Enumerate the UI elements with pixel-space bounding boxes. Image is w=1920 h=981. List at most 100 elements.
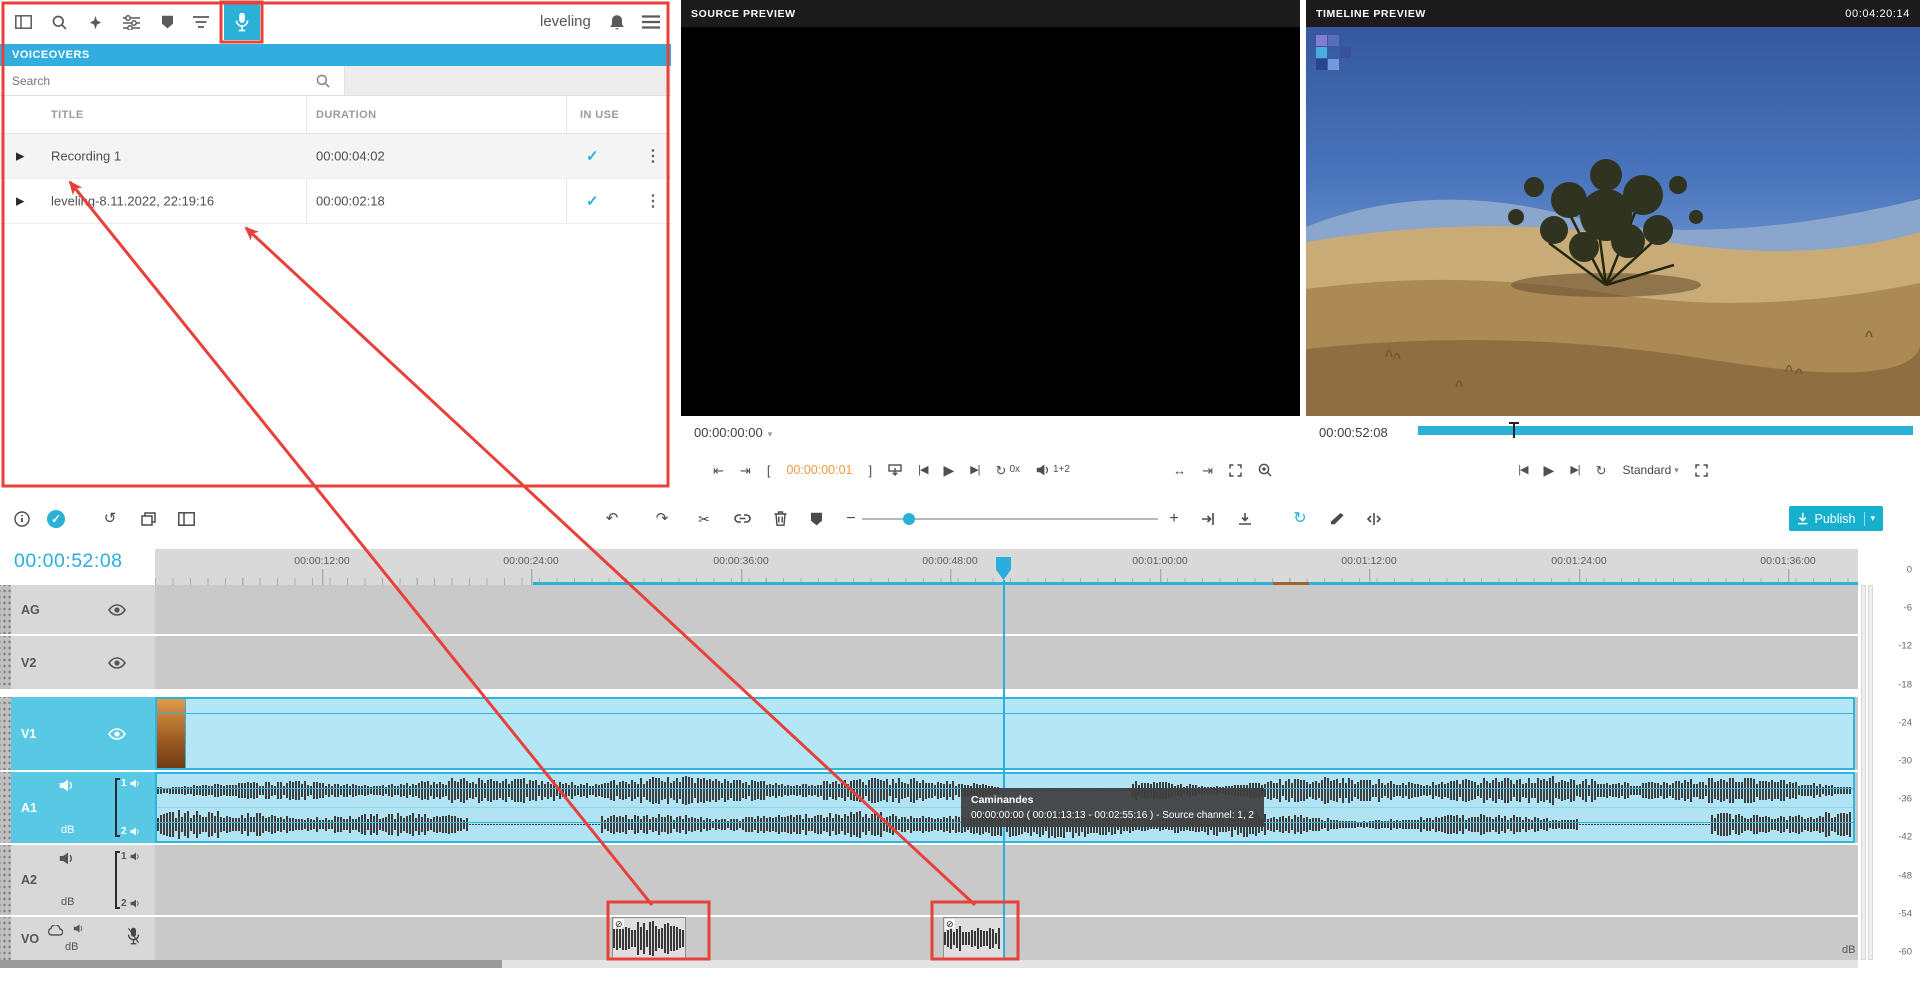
scrollbar-thumb[interactable] [0, 960, 502, 968]
track-drag-handle[interactable] [0, 636, 11, 689]
redo-icon[interactable]: ↷ [649, 502, 675, 535]
marker-icon[interactable] [803, 502, 829, 535]
search-icon[interactable] [44, 8, 74, 36]
zoom-slider[interactable] [862, 518, 1158, 520]
channel-2[interactable]: 2 [121, 826, 155, 837]
column-title[interactable]: TITLE [51, 109, 84, 121]
goto-playhead-icon[interactable]: ⇥ [1202, 464, 1213, 477]
add-sequence-icon[interactable] [135, 502, 161, 535]
track-lane-vo[interactable]: ⊘ ⊘ [155, 917, 1858, 960]
horizontal-scrollbar[interactable] [0, 960, 1858, 968]
play-icon[interactable]: ▶ [16, 150, 24, 163]
track-gain-db-button[interactable]: dB [61, 896, 74, 908]
timeline-current-timecode[interactable]: 00:00:52:08 [14, 550, 123, 573]
in-point-timecode[interactable]: 00:00:00:01 [786, 464, 852, 477]
zoom-out-icon[interactable]: − [838, 502, 864, 535]
audio-channels-icon[interactable]: 1+2 [1036, 464, 1070, 476]
reset-rotate-icon[interactable]: ↺ [97, 502, 123, 535]
voiceover-clip-2[interactable]: ⊘ [943, 917, 1004, 960]
timecode-dropdown-icon[interactable]: ▾ [768, 429, 773, 439]
track-lane-ag[interactable] [155, 585, 1858, 634]
play-icon[interactable]: ▶ [16, 195, 24, 208]
visibility-eye-icon[interactable] [108, 728, 126, 740]
goto-out-icon[interactable]: ⇥ [740, 464, 751, 477]
panels-icon[interactable] [173, 502, 199, 535]
channel-1[interactable]: 1 [121, 851, 155, 862]
filter-icon[interactable] [186, 8, 216, 36]
track-gain-db-button[interactable]: dB [65, 941, 78, 953]
track-drag-handle[interactable] [0, 772, 11, 843]
record-mic-disabled-icon[interactable] [127, 927, 140, 945]
channel-1[interactable]: 1 [121, 778, 155, 789]
razor-icon[interactable] [1324, 502, 1350, 535]
layout-icon[interactable] [8, 8, 38, 36]
track-lane-v1[interactable] [155, 697, 1858, 770]
goto-in-icon[interactable]: ⇤ [713, 464, 724, 477]
row-menu-icon[interactable]: ⋮ [645, 146, 661, 166]
fullscreen-icon[interactable] [1695, 464, 1708, 477]
effects-icon[interactable] [80, 8, 110, 36]
trim-mode-icon[interactable] [1361, 502, 1387, 535]
track-drag-handle[interactable] [0, 917, 11, 960]
delete-icon[interactable] [767, 502, 793, 535]
track-header-vo[interactable]: VO dB [11, 917, 155, 960]
search-input[interactable] [0, 66, 300, 95]
track-drag-handle[interactable] [0, 845, 11, 915]
publish-dropdown-icon[interactable]: ▾ [1870, 513, 1875, 524]
prev-frame-icon[interactable]: |◀ [1518, 465, 1527, 476]
undo-icon[interactable]: ↶ [599, 502, 625, 535]
visibility-eye-icon[interactable] [108, 657, 126, 669]
track-drag-handle[interactable] [0, 585, 11, 634]
play-icon[interactable]: ▶ [943, 463, 954, 477]
render-refresh-icon[interactable]: ↻ [1287, 502, 1313, 535]
source-preview-video[interactable] [681, 27, 1300, 416]
track-header-a2[interactable]: A2 dB 1 2 [11, 845, 155, 915]
column-in-use[interactable]: IN USE [580, 109, 619, 121]
playback-quality-dropdown[interactable]: Standard ▾ [1623, 464, 1679, 476]
search-field-icon[interactable] [316, 74, 330, 88]
loop-icon[interactable]: ↻ [1596, 464, 1607, 477]
column-duration[interactable]: DURATION [316, 109, 376, 121]
track-speaker-icon[interactable] [59, 852, 74, 865]
timeline-preview-video[interactable] [1306, 27, 1920, 416]
voiceover-row-2[interactable]: ▶ leveling-8.11.2022, 22:19:16 00:00:02:… [0, 179, 671, 224]
seek-bar[interactable] [1418, 426, 1913, 435]
fit-width-icon[interactable]: ↔ [1173, 464, 1186, 477]
search-field[interactable] [0, 66, 345, 95]
prev-frame-icon[interactable]: |◀ [918, 465, 927, 476]
track-lane-v2[interactable] [155, 636, 1858, 689]
track-speaker-icon[interactable] [59, 779, 74, 792]
source-timecode[interactable]: 00:00:00:00▾ [694, 425, 772, 440]
voiceover-clip-1[interactable]: ⊘ [612, 917, 686, 960]
mark-out-icon[interactable]: ] [868, 464, 872, 477]
track-header-a1[interactable]: A1 dB 1 2 [11, 772, 155, 843]
zoom-slider-knob[interactable] [903, 513, 915, 525]
notifications-bell-icon[interactable] [602, 8, 632, 36]
sliders-icon[interactable] [116, 8, 146, 36]
zoom-icon[interactable] [1258, 463, 1272, 477]
marker-tag-icon[interactable] [152, 8, 182, 36]
track-drag-handle[interactable] [0, 697, 11, 770]
insert-edit-icon[interactable] [1195, 502, 1221, 535]
track-header-v1[interactable]: V1 [11, 697, 155, 770]
zoom-in-icon[interactable]: + [1161, 502, 1187, 535]
play-icon[interactable]: ▶ [1544, 463, 1555, 477]
mark-in-icon[interactable]: [ [767, 464, 771, 477]
approve-button[interactable]: ✓ [43, 502, 69, 535]
link-icon[interactable] [729, 502, 755, 535]
menu-icon[interactable] [636, 8, 666, 36]
publish-button[interactable]: Publish ▾ [1789, 506, 1883, 531]
row-menu-icon[interactable]: ⋮ [645, 191, 661, 211]
visibility-eye-icon[interactable] [108, 604, 126, 616]
info-icon[interactable] [9, 502, 35, 535]
overwrite-edit-icon[interactable] [1232, 502, 1258, 535]
track-header-ag[interactable]: AG [11, 585, 155, 634]
track-speaker-icon[interactable] [73, 924, 84, 933]
next-frame-icon[interactable]: ▶| [970, 465, 979, 476]
loop-icon[interactable]: ↻0x [996, 464, 1020, 477]
voiceover-mic-button[interactable] [224, 4, 260, 40]
video-clip-caminandes[interactable] [155, 697, 1855, 770]
channel-2[interactable]: 2 [121, 898, 155, 909]
cut-icon[interactable]: ✂ [691, 502, 717, 535]
track-lane-a2[interactable] [155, 845, 1858, 915]
